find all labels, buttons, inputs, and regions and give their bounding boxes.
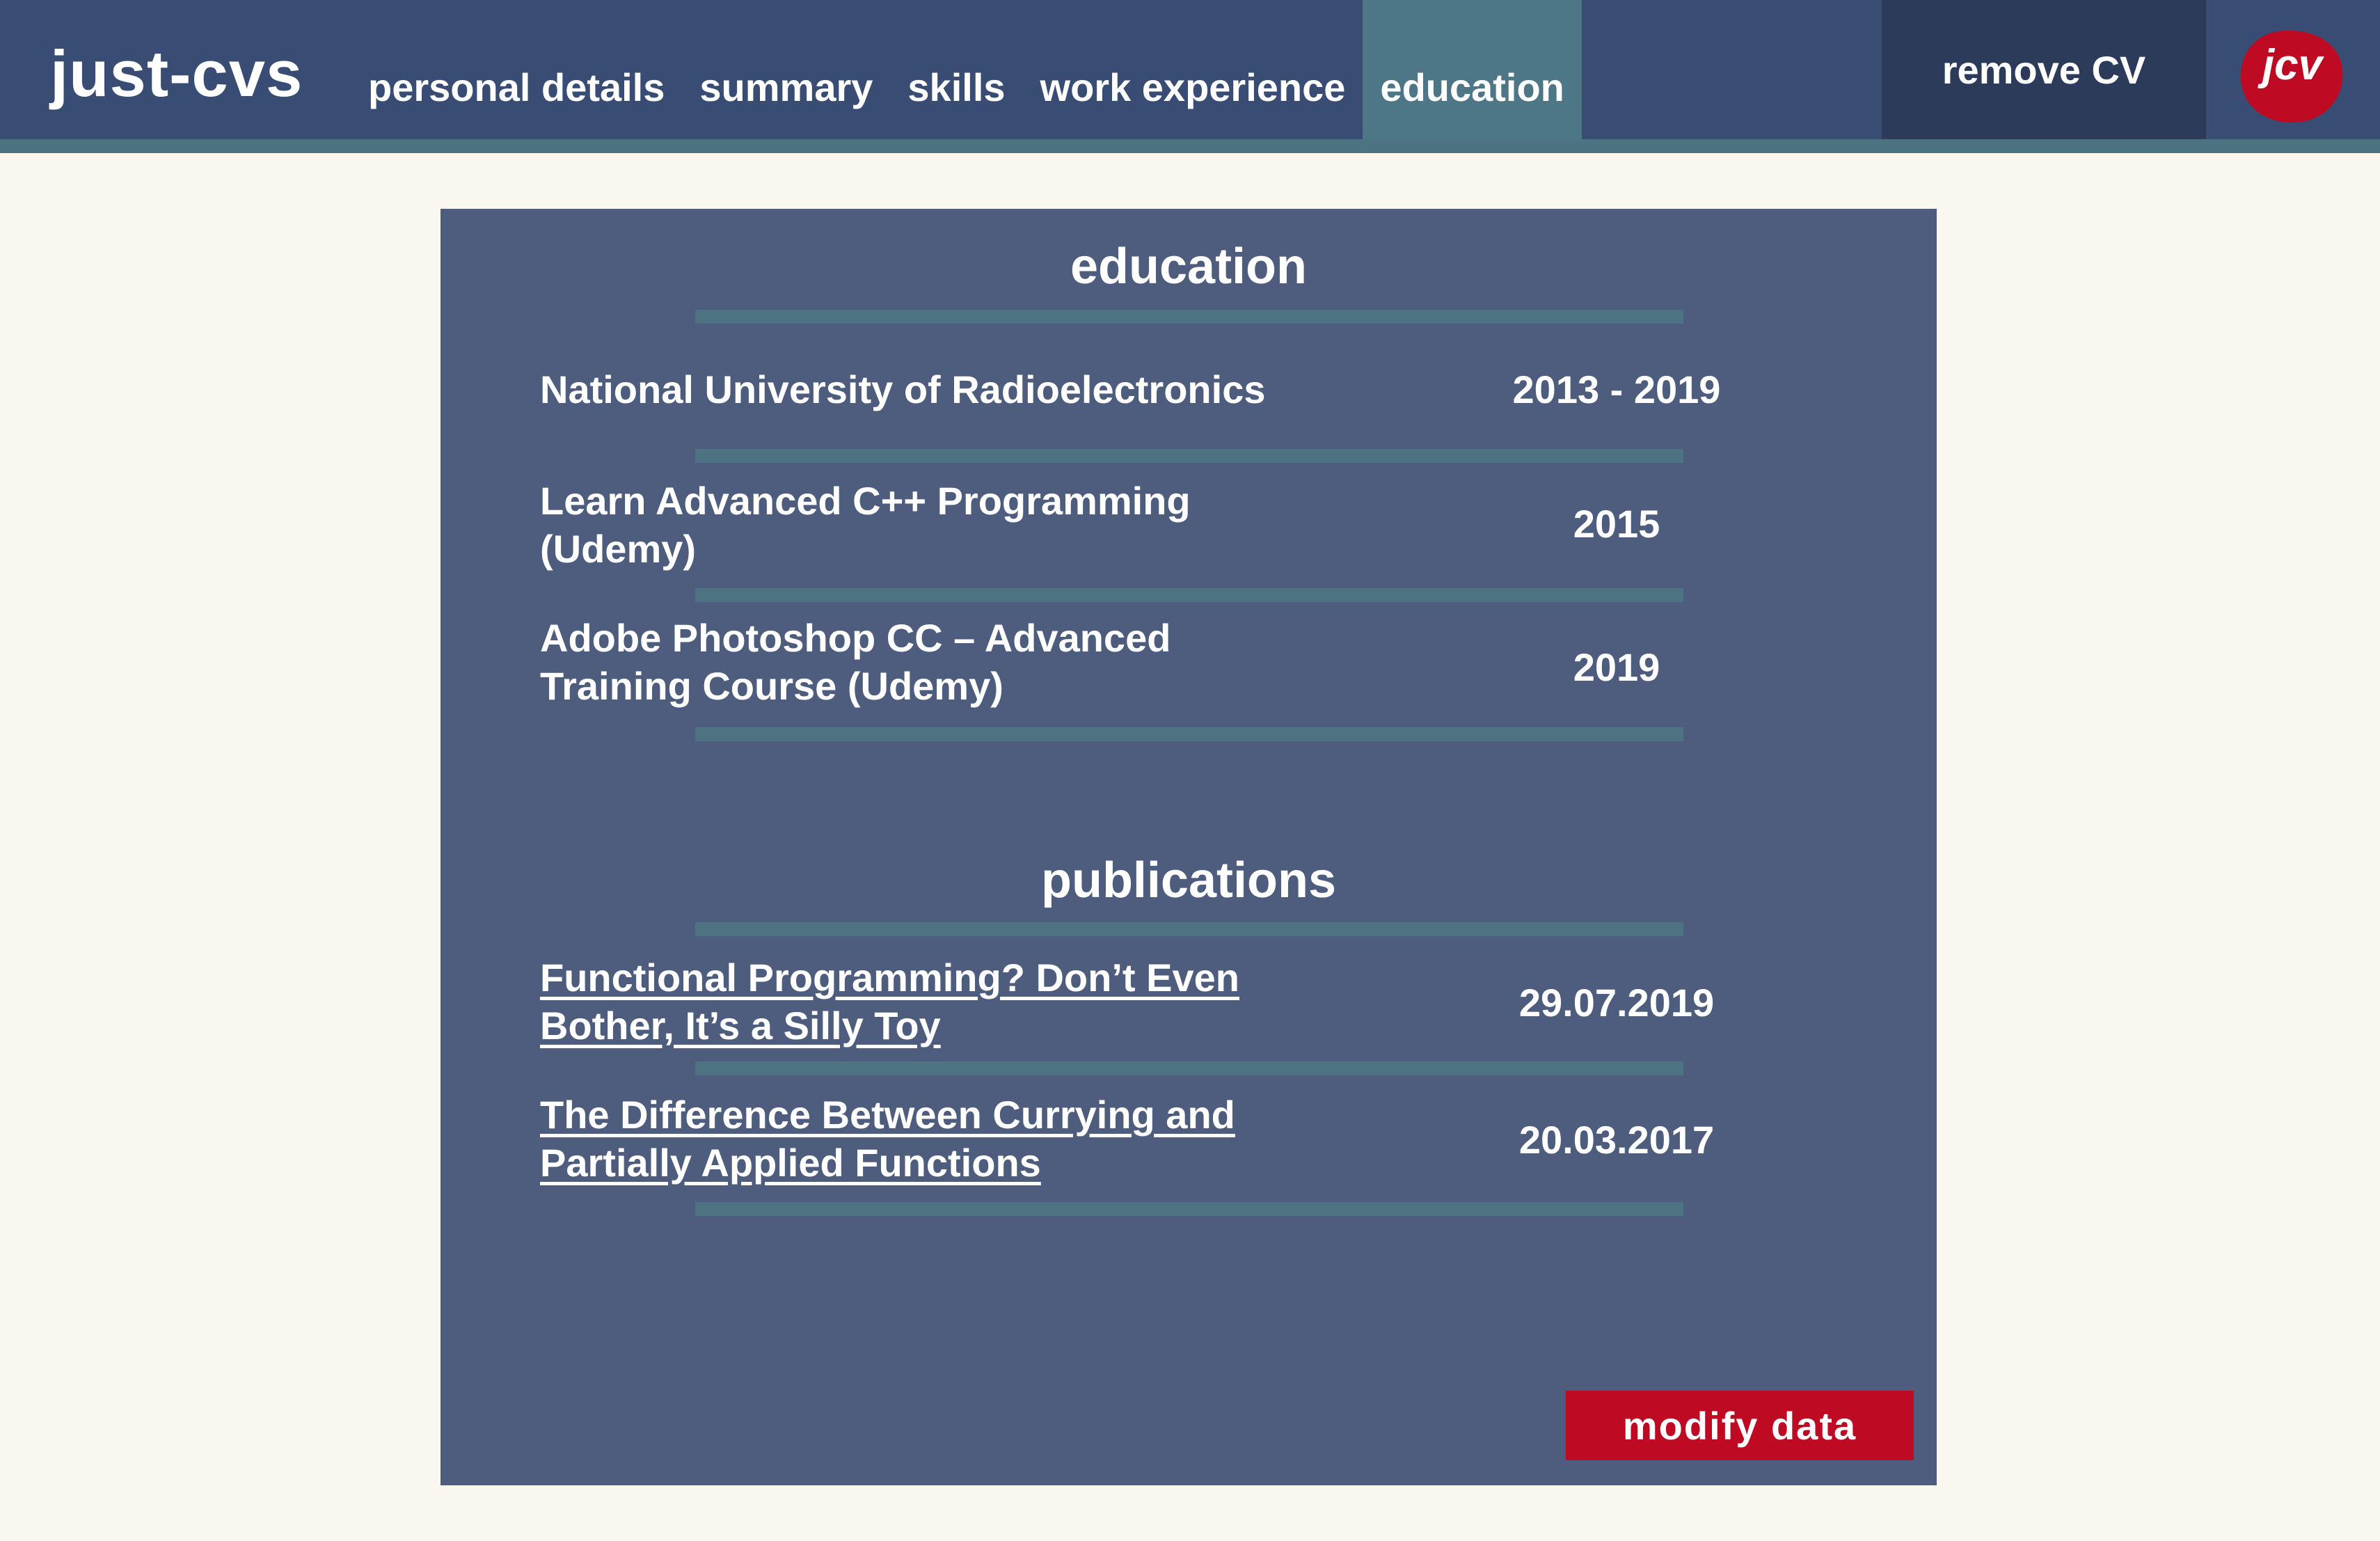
entry-divider: [695, 1202, 1683, 1216]
education-dates: 2015: [1573, 502, 1660, 546]
education-institution-line: Learn Advanced C++ Programming: [540, 479, 1191, 523]
education-institution-line: (Udemy): [540, 527, 697, 571]
entry-divider: [695, 727, 1683, 741]
publication-date: 20.03.2017: [1518, 1118, 1715, 1162]
entry-divider: [695, 588, 1683, 602]
publications-section-title: publications: [1040, 853, 1337, 908]
section-divider: [695, 310, 1683, 324]
publication-title-line: Functional Programming? Don’t Even: [540, 956, 1239, 999]
top-bar-accent-strip: [0, 139, 2380, 153]
badge-text: jcv: [2258, 41, 2325, 89]
nav-item-skills[interactable]: skills: [890, 0, 1022, 139]
education-institution-line: National University of Radioelectronics: [540, 368, 1266, 411]
nav-item-label: skills: [907, 65, 1006, 109]
nav-item-summary[interactable]: summary: [682, 0, 890, 139]
entry-divider: [695, 1061, 1683, 1075]
education-institution: Adobe Photoshop CC – Advanced Training C…: [540, 614, 1271, 710]
publication-title-line: The Difference Between Currying and: [540, 1093, 1235, 1137]
entry-divider: [695, 449, 1683, 463]
education-institution: National University of Radioelectronics: [540, 365, 1271, 413]
nav-item-education[interactable]: education: [1363, 0, 1582, 139]
publication-title-line: Bother, It’s a Silly Toy: [540, 1004, 941, 1048]
nav-item-label: personal details: [368, 65, 665, 109]
main-nav: personal details summary skills work exp…: [351, 0, 1582, 139]
education-dates: 2013 - 2019: [1512, 368, 1721, 411]
top-bar: just-cvs personal details summary skills…: [0, 0, 2380, 139]
modify-data-button[interactable]: modify data: [1566, 1391, 1914, 1460]
education-dates: 2019: [1573, 645, 1660, 689]
publication-title-link[interactable]: Functional Programming? Don’t Even Bothe…: [540, 954, 1271, 1050]
nav-item-personal-details[interactable]: personal details: [351, 0, 682, 139]
publication-title-link[interactable]: The Difference Between Currying and Part…: [540, 1091, 1271, 1187]
education-institution-line: Training Course (Udemy): [540, 664, 1003, 708]
nav-item-label: summary: [699, 65, 873, 109]
nav-item-label: education: [1380, 65, 1564, 109]
nav-item-work-experience[interactable]: work experience: [1023, 0, 1363, 139]
education-institution-line: Adobe Photoshop CC – Advanced: [540, 616, 1171, 660]
education-institution: Learn Advanced C++ Programming (Udemy): [540, 477, 1271, 573]
section-divider: [695, 922, 1683, 936]
app-logo[interactable]: just-cvs: [50, 32, 303, 116]
publication-title-line: Partially Applied Functions: [540, 1141, 1041, 1185]
nav-item-label: work experience: [1040, 65, 1346, 109]
remove-cv-button[interactable]: remove CV: [1882, 0, 2206, 139]
publication-date: 29.07.2019: [1518, 981, 1715, 1025]
education-section-title: education: [1070, 239, 1308, 294]
cv-card: education National University of Radioel…: [441, 209, 1937, 1485]
jcv-logo-badge-icon[interactable]: jcv: [2237, 28, 2348, 125]
